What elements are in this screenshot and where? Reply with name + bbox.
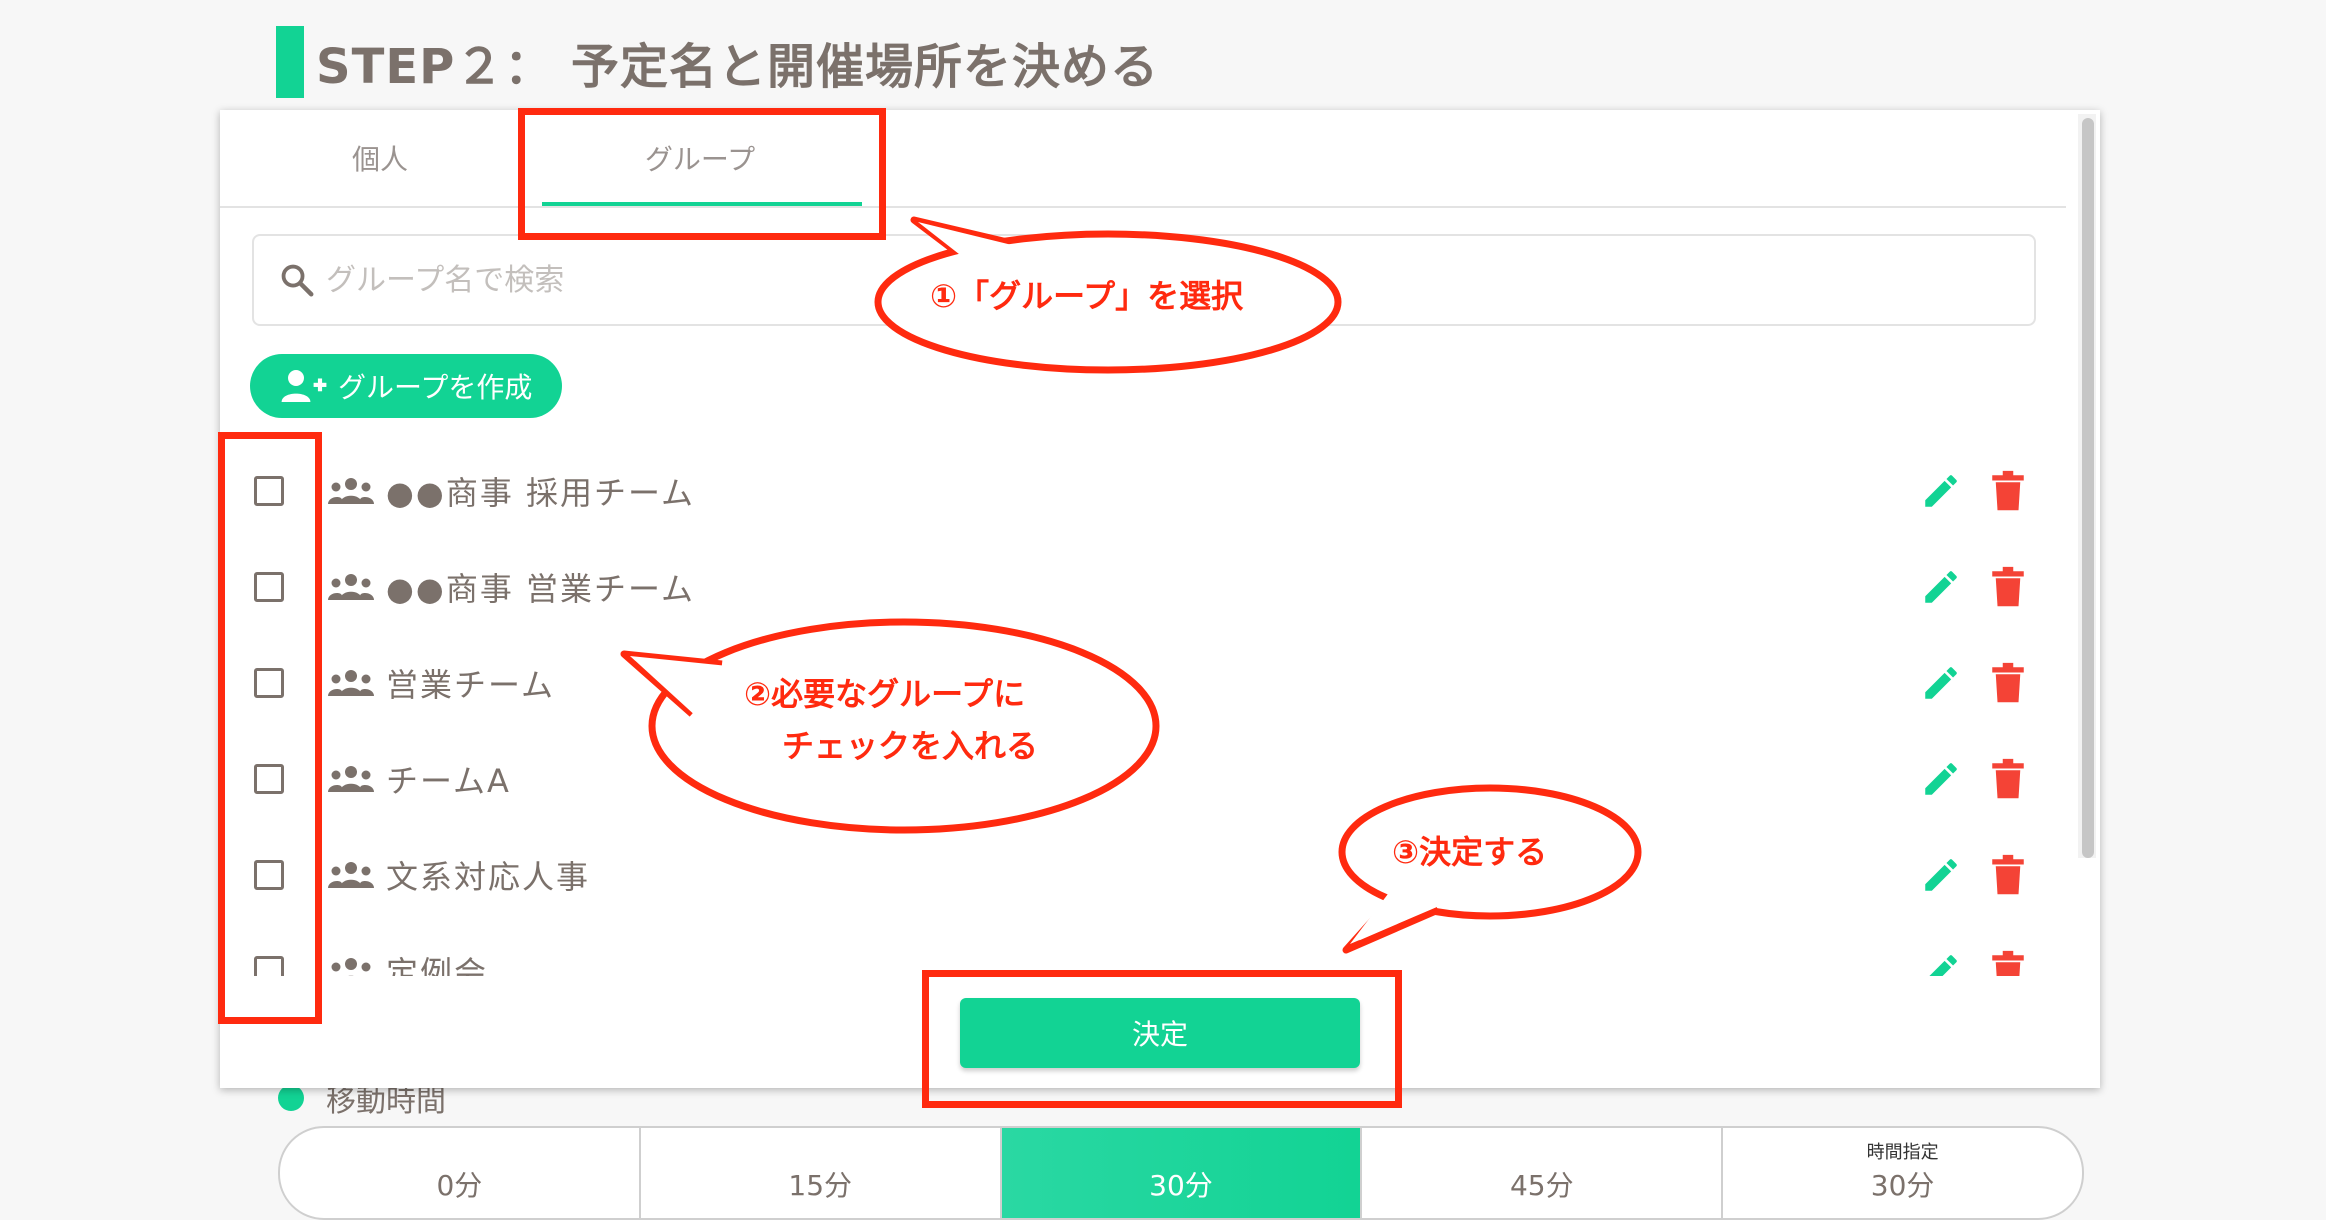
group-name: ●●商事 営業チーム	[386, 570, 696, 608]
pencil-icon[interactable]	[1920, 566, 1962, 608]
group-name: チームA	[386, 762, 511, 800]
callout-2-text-line1: ②必要なグループに	[744, 675, 1026, 713]
time-option-45[interactable]: 45分	[1362, 1128, 1724, 1218]
group-row: ●●商事 採用チーム	[220, 446, 2066, 542]
step-accent-bar	[276, 26, 304, 98]
annotation-box-checkboxes	[218, 432, 322, 1024]
group-icon	[328, 574, 374, 600]
pencil-icon[interactable]	[1920, 854, 1962, 896]
annotation-box-group-tab	[518, 108, 886, 240]
tab-individual[interactable]: 個人	[220, 110, 540, 206]
group-icon	[328, 862, 374, 888]
trash-icon[interactable]	[1990, 854, 2026, 896]
group-name: 定例会	[386, 954, 489, 976]
group-name: 営業チーム	[386, 666, 556, 704]
group-row: 定例会	[220, 926, 2066, 976]
trash-icon[interactable]	[1990, 662, 2026, 704]
trash-icon[interactable]	[1990, 950, 2026, 976]
modal-scrollbar-thumb[interactable]	[2082, 118, 2094, 858]
pencil-icon[interactable]	[1920, 758, 1962, 800]
time-custom-label: 時間指定	[1866, 1142, 1939, 1163]
search-icon	[281, 264, 314, 297]
group-row: 文系対応人事	[220, 830, 2066, 926]
step-title-text: STEP２： 予定名と開催場所を決める	[316, 39, 1159, 95]
callout-2-text-line2: チェックを入れる	[782, 727, 1039, 765]
time-option-custom[interactable]: 時間指定 30分	[1723, 1128, 2082, 1218]
pencil-icon[interactable]	[1920, 662, 1962, 704]
callout-1-text: ①「グループ」を選択	[930, 277, 1244, 315]
pencil-icon[interactable]	[1920, 470, 1962, 512]
create-group-button[interactable]: グループを作成	[250, 354, 562, 418]
callout-3-text: ③決定する	[1392, 833, 1548, 871]
trash-icon[interactable]	[1990, 470, 2026, 512]
bullet-dot-icon	[278, 1085, 304, 1111]
add-person-icon	[281, 370, 327, 402]
group-icon	[331, 958, 371, 976]
trash-icon[interactable]	[1990, 566, 2026, 608]
time-option-30[interactable]: 30分	[1001, 1128, 1363, 1218]
group-name: 文系対応人事	[386, 858, 591, 896]
tab-bar: 個人 グループ	[220, 110, 2066, 208]
create-group-label: グループを作成	[338, 371, 533, 404]
time-option-0[interactable]: 0分	[280, 1128, 641, 1218]
move-time-segmented-control: 0分 15分 30分 45分 時間指定 30分	[278, 1126, 2084, 1220]
group-icon	[328, 670, 374, 696]
group-icon	[328, 478, 374, 504]
step-title: STEP２： 予定名と開催場所を決める	[276, 26, 1159, 98]
annotation-box-decide-button	[922, 970, 1402, 1108]
pencil-icon[interactable]	[1920, 950, 1962, 976]
trash-icon[interactable]	[1990, 758, 2026, 800]
group-icon	[328, 766, 374, 792]
time-option-15[interactable]: 15分	[641, 1128, 1002, 1218]
group-name: ●●商事 採用チーム	[386, 474, 696, 512]
